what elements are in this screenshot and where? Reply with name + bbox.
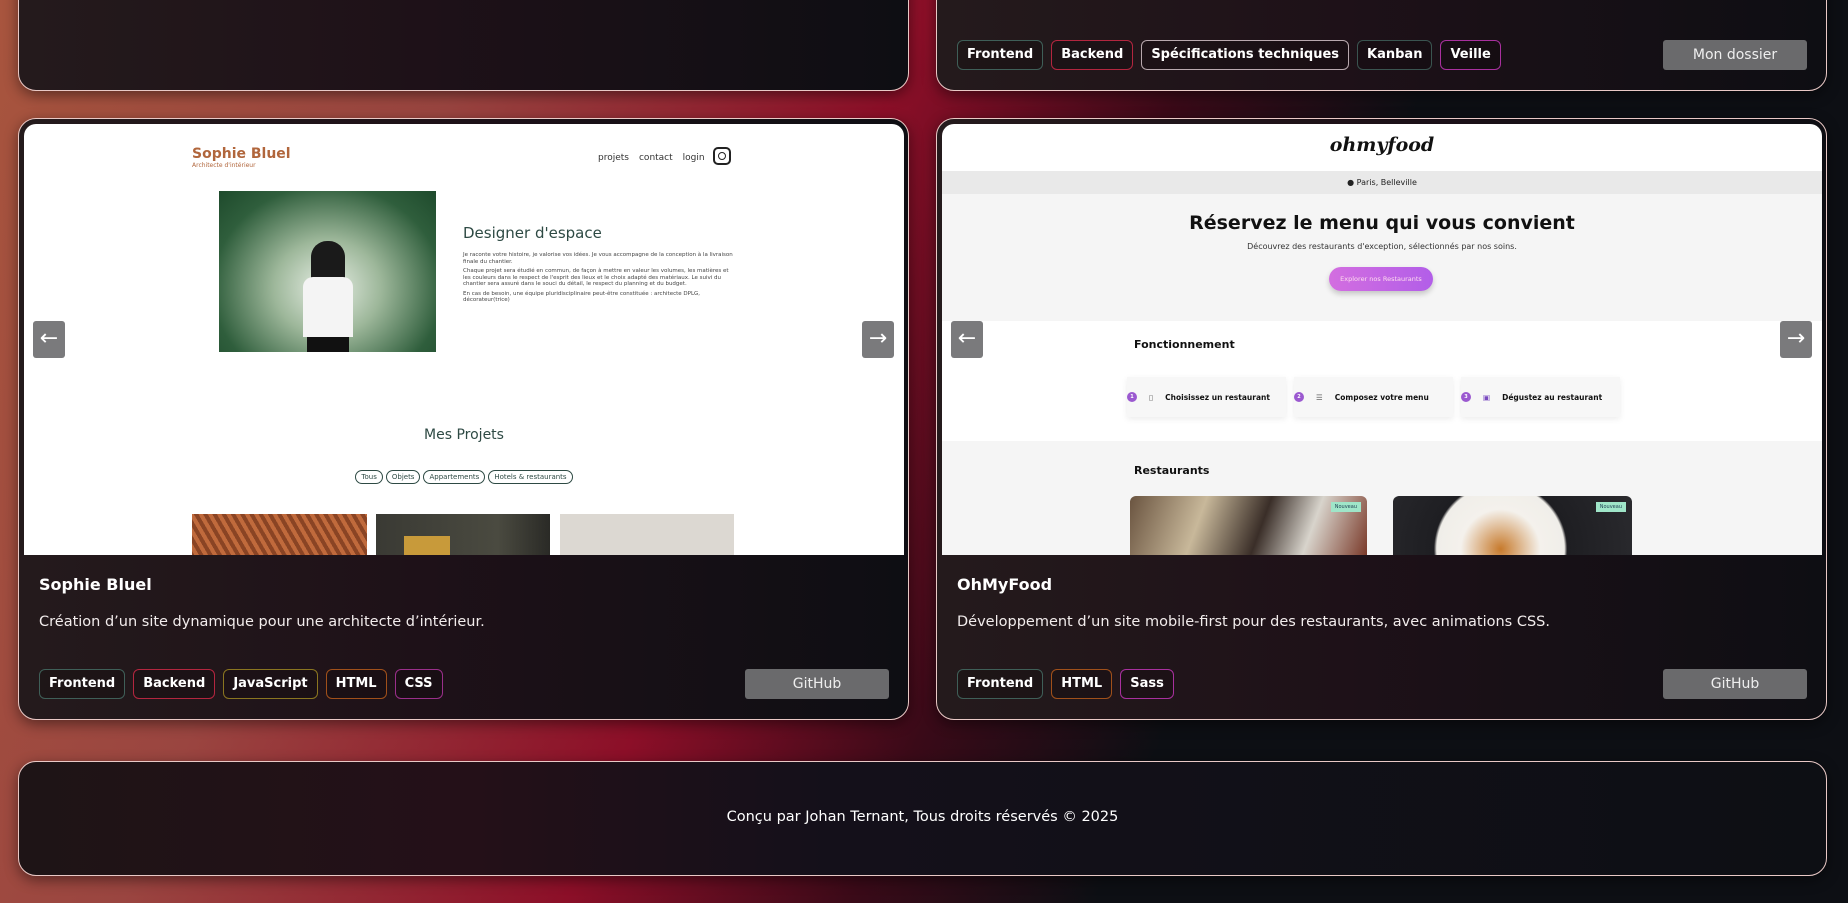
preview-filter: Hotels & restaurants xyxy=(488,470,573,484)
preview-photo xyxy=(219,191,436,352)
preview-restaurant-image: Nouveau xyxy=(1130,496,1367,555)
preview-logo-sub: Architecte d'intérieur xyxy=(192,162,256,169)
preview-heading: Designer d'espace xyxy=(463,224,602,242)
project-description: Création d’un site dynamique pour une ar… xyxy=(39,614,485,630)
preview-paragraph: Je raconte votre histoire, je valorise v… xyxy=(463,252,733,265)
tag-veille: Veille xyxy=(1440,40,1501,70)
tag-sass: Sass xyxy=(1120,669,1174,699)
preview-restaurant-image: Nouveau xyxy=(1393,496,1632,555)
tag-frontend: Frontend xyxy=(957,669,1044,699)
calendar-icon: ▣ xyxy=(1483,392,1491,402)
preview-paragraph: Chaque projet sera étudié en commun, de … xyxy=(463,268,729,287)
carousel-prev-button[interactable]: ← xyxy=(951,321,983,358)
location-pin-icon: ● xyxy=(1347,178,1357,187)
tag-list: Frontend Backend Spécifications techniqu… xyxy=(957,40,1501,70)
tag-backend: Backend xyxy=(133,669,216,699)
preview-thumbnail xyxy=(376,514,550,555)
instagram-icon xyxy=(713,147,731,165)
project-card-ohmyfood: ohmyfood ● Paris, Belleville Réservez le… xyxy=(936,118,1827,720)
preview-filter: Objets xyxy=(385,470,421,484)
preview-section-title: Fonctionnement xyxy=(1134,338,1235,351)
preview-nav-contact: contact xyxy=(638,153,673,163)
preview-hero-title: Réservez le menu qui vous convient xyxy=(1189,212,1575,234)
preview-hero-subtitle: Découvrez des restaurants d'exception, s… xyxy=(1247,242,1517,251)
tag-backend: Backend xyxy=(1051,40,1134,70)
tag-css: CSS xyxy=(394,669,443,699)
arrow-left-icon: ← xyxy=(39,326,59,351)
project-card-sophie-bluel: Sophie Bluel Architecte d'intérieur proj… xyxy=(18,118,909,720)
arrow-left-icon: ← xyxy=(957,326,977,351)
arrow-right-icon: → xyxy=(1786,326,1806,351)
github-button[interactable]: GitHub xyxy=(745,669,889,699)
project-card-top-right: Frontend Backend Spécifications techniqu… xyxy=(936,0,1827,91)
tag-specifications: Spécifications techniques xyxy=(1141,40,1350,70)
arrow-right-icon: → xyxy=(868,326,888,351)
preview-steps: 1 ▯ Choisissez un restaurant 2 ☰ Composez vo… xyxy=(1127,377,1620,417)
preview-nav-projets: projets xyxy=(598,153,629,163)
project-card-top-left xyxy=(18,0,909,91)
tag-list: Frontend HTML Sass xyxy=(957,669,1174,699)
preview-thumbnail xyxy=(192,514,367,555)
list-icon: ☰ xyxy=(1316,392,1323,402)
preview-filter: Appartements xyxy=(423,470,486,484)
project-preview-carousel: Sophie Bluel Architecte d'intérieur proj… xyxy=(24,124,904,555)
tag-frontend: Frontend xyxy=(957,40,1044,70)
tag-html: HTML xyxy=(1051,669,1113,699)
preview-step: 3 ▣ Dégustez au restaurant xyxy=(1461,377,1620,417)
preview-filter: Tous xyxy=(355,470,383,484)
carousel-next-button[interactable]: → xyxy=(862,321,894,358)
preview-section-title: Restaurants xyxy=(1134,464,1210,477)
preview-thumbnail xyxy=(560,514,734,555)
preview-text: Je raconte votre histoire, je valorise v… xyxy=(463,252,738,304)
preview-nav: projets contact login xyxy=(598,153,705,163)
preview-filters: Tous Objets Appartements Hotels & restau… xyxy=(24,470,904,484)
github-button[interactable]: GitHub xyxy=(1663,669,1807,699)
footer: Conçu par Johan Ternant, Tous droits rés… xyxy=(18,761,1827,876)
preview-hero-button: Explorer nos Restaurants xyxy=(1329,267,1433,291)
mon-dossier-button[interactable]: Mon dossier xyxy=(1663,40,1807,70)
preview-logo: ohmyfood xyxy=(1329,134,1435,156)
preview-location: Paris, Belleville xyxy=(1356,178,1417,187)
preview-location-bar: ● Paris, Belleville xyxy=(942,171,1822,194)
preview-section-title: Mes Projets xyxy=(424,427,504,443)
tag-html: HTML xyxy=(325,669,387,699)
footer-copyright: Conçu par Johan Ternant, Tous droits rés… xyxy=(726,809,1119,825)
project-description: Développement d’un site mobile-first pou… xyxy=(957,614,1550,630)
tag-list: Frontend Backend JavaScript HTML CSS xyxy=(39,669,443,699)
carousel-next-button[interactable]: → xyxy=(1780,321,1812,358)
tag-javascript: JavaScript xyxy=(223,669,318,699)
project-title: OhMyFood xyxy=(957,575,1053,594)
preview-step: 2 ☰ Composez votre menu xyxy=(1294,377,1453,417)
tag-frontend: Frontend xyxy=(39,669,126,699)
project-preview-carousel: ohmyfood ● Paris, Belleville Réservez le… xyxy=(942,124,1822,555)
preview-nav-login: login xyxy=(682,153,705,163)
carousel-prev-button[interactable]: ← xyxy=(33,321,65,358)
preview-paragraph: En cas de besoin, une équipe pluridiscip… xyxy=(463,290,701,304)
preview-restaurants-section xyxy=(942,441,1822,555)
preview-logo: Sophie Bluel xyxy=(192,146,291,162)
phone-icon: ▯ xyxy=(1149,392,1154,402)
preview-step: 1 ▯ Choisissez un restaurant xyxy=(1127,377,1286,417)
tag-kanban: Kanban xyxy=(1357,40,1433,70)
project-title: Sophie Bluel xyxy=(39,575,152,594)
